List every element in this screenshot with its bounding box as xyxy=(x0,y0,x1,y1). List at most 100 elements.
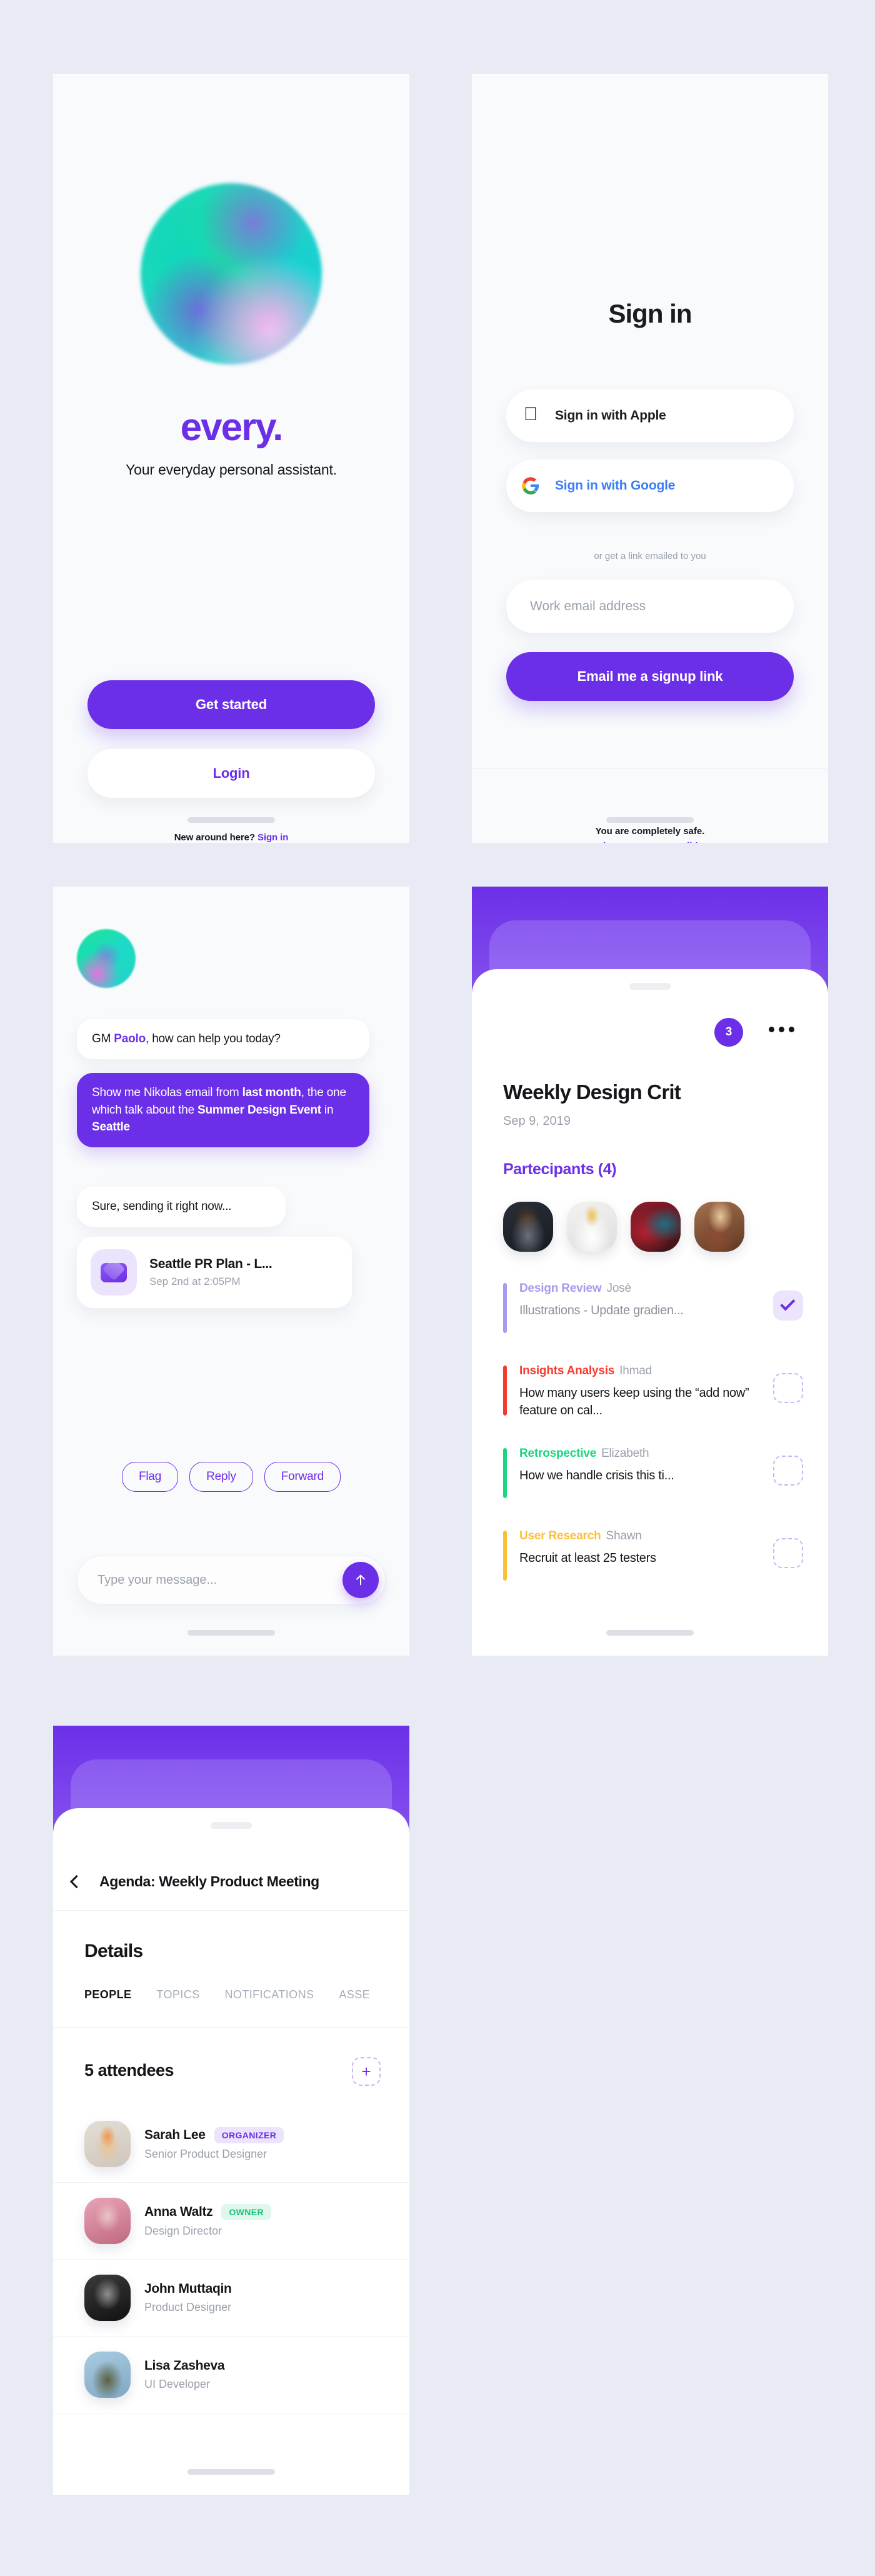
attendee-name-row: John Muttaqin xyxy=(144,2282,232,2297)
checkbox-unchecked[interactable] xyxy=(773,1373,803,1403)
agenda-color-bar xyxy=(503,1283,507,1333)
agenda-heading: Design Review Josè xyxy=(519,1282,763,1296)
attendee-name: Sarah Lee xyxy=(144,2128,206,2142)
avatar[interactable] xyxy=(694,1202,744,1252)
forward-button[interactable]: Forward xyxy=(264,1462,341,1492)
agenda-owner: Josè xyxy=(606,1282,632,1295)
screen-splash: every. Your everyday personal assistant.… xyxy=(53,74,409,843)
email-attachment-card[interactable]: Seattle PR Plan - L... Sep 2nd at 2:05PM xyxy=(77,1237,352,1308)
message-input[interactable] xyxy=(98,1572,342,1587)
tab-assets[interactable]: ASSE xyxy=(339,1988,370,2001)
agenda-color-bar xyxy=(503,1531,507,1581)
envelope-icon xyxy=(91,1249,137,1296)
agenda-category: Design Review xyxy=(519,1282,602,1295)
checkbox-checked[interactable] xyxy=(773,1291,803,1321)
status-badge: ORGANIZER xyxy=(214,2127,284,2143)
sheet-grabber[interactable] xyxy=(211,1822,252,1829)
home-indicator xyxy=(606,817,694,823)
agenda-sheet: Agenda: Weekly Product Meeting Details P… xyxy=(53,1808,409,2495)
agenda-body: Insights Analysis Ihmad How many users kee… xyxy=(519,1364,773,1419)
meeting-sheet: 3 Weekly Design Crit Sep 9, 2019 Parteci… xyxy=(472,969,828,1656)
signin-prompt: New around here? Sign in xyxy=(53,832,409,843)
checkbox-unchecked[interactable] xyxy=(773,1456,803,1486)
attendee-name: Anna Waltz xyxy=(144,2205,213,2219)
agenda-description: Illustrations - Update gradien... xyxy=(519,1304,684,1317)
home-indicator xyxy=(606,1630,694,1636)
attendee-role: Product Designer xyxy=(144,2301,232,2313)
agenda-body: Retrospective Elizabeth How we handle cris… xyxy=(519,1447,773,1484)
gradient-orb-logo xyxy=(141,183,322,365)
check-icon xyxy=(780,1296,796,1311)
attachment-title: Seattle PR Plan - L... xyxy=(149,1257,272,1271)
tab-people[interactable]: PEOPLE xyxy=(84,1988,131,2001)
agenda-heading: Insights Analysis Ihmad xyxy=(519,1364,763,1378)
signin-title: Sign in xyxy=(608,299,692,328)
plus-icon: + xyxy=(361,2062,371,2081)
attendee-role: UI Developer xyxy=(144,2378,211,2390)
page-title: Agenda: Weekly Product Meeting xyxy=(99,1873,319,1889)
work-email-input[interactable] xyxy=(506,580,794,633)
login-button[interactable]: Login xyxy=(88,749,375,798)
navigation-bar: Agenda: Weekly Product Meeting xyxy=(53,1853,409,1911)
email-signup-link-button[interactable]: Email me a signup link xyxy=(506,652,794,701)
tab-topics[interactable]: TOPICS xyxy=(156,1988,199,2001)
agenda-color-bar xyxy=(503,1366,507,1416)
meeting-date: Sep 9, 2019 xyxy=(503,1114,571,1128)
bubble-text: Sure, sending it right now... xyxy=(92,1200,232,1213)
sign-in-with-google-button[interactable]: Sign in with Google xyxy=(506,460,794,512)
agenda-owner: Shawn xyxy=(606,1529,642,1542)
agenda-item[interactable]: Insights Analysis Ihmad How many users kee… xyxy=(503,1364,803,1422)
meeting-title: Weekly Design Crit xyxy=(503,1080,681,1104)
tab-bar: PEOPLE TOPICS NOTIFICATIONS ASSE xyxy=(84,1988,409,2001)
safety-note: You are completely safe. Read our Terms … xyxy=(472,824,828,843)
reply-button[interactable]: Reply xyxy=(189,1462,253,1492)
section-title: Details xyxy=(84,1941,143,1961)
more-horizontal-icon[interactable] xyxy=(769,1027,794,1032)
agenda-body: User Research Shawn Recruit at least 25 te… xyxy=(519,1529,773,1567)
avatar[interactable] xyxy=(503,1202,553,1252)
notification-badge[interactable]: 3 xyxy=(714,1018,743,1047)
status-badge: OWNER xyxy=(221,2204,272,2220)
agenda-description: Recruit at least 25 testers xyxy=(519,1551,656,1565)
add-attendee-button[interactable]: + xyxy=(352,2057,381,2086)
agenda-item[interactable]: Design Review Josè Illustrations - Update … xyxy=(503,1282,803,1339)
chat-bubble-user: Show me Nikolas email from last month, t… xyxy=(77,1073,369,1147)
terms-conditions-link[interactable]: Read our Terms & Conditions. xyxy=(583,841,718,843)
attendee-name: John Muttaqin xyxy=(144,2282,232,2296)
tab-notifications[interactable]: NOTIFICATIONS xyxy=(225,1988,314,2001)
sheet-grabber[interactable] xyxy=(629,983,671,990)
agenda-category: Retrospective xyxy=(519,1447,597,1460)
screens-canvas: every. Your everyday personal assistant.… xyxy=(0,0,875,2576)
apple-icon:  xyxy=(506,405,555,424)
attendee-row[interactable]: Sarah Lee ORGANIZER Senior Product Designe… xyxy=(53,2106,409,2183)
attendee-list: Sarah Lee ORGANIZER Senior Product Designe… xyxy=(53,2106,409,2413)
screen-signin: Sign in  Sign in with Apple Sign in wit… xyxy=(472,74,828,843)
signin-link[interactable]: Sign in xyxy=(258,832,288,843)
sign-in-with-apple-button[interactable]:  Sign in with Apple xyxy=(506,390,794,442)
apple-button-label: Sign in with Apple xyxy=(555,408,666,423)
agenda-item[interactable]: Retrospective Elizabeth How we handle cris… xyxy=(503,1447,803,1504)
home-indicator xyxy=(188,1630,275,1636)
attendee-row[interactable]: Lisa Zasheva UI Developer xyxy=(53,2337,409,2413)
attendee-role: Design Director xyxy=(144,2225,222,2237)
attendee-row[interactable]: Anna Waltz OWNER Design Director xyxy=(53,2183,409,2260)
back-button[interactable] xyxy=(53,1874,99,1889)
assistant-avatar xyxy=(77,929,136,988)
attendee-name-row: Sarah Lee ORGANIZER xyxy=(144,2127,284,2143)
flag-button[interactable]: Flag xyxy=(121,1462,179,1492)
google-icon xyxy=(506,476,555,495)
arrow-up-icon xyxy=(356,1574,365,1586)
attendee-row[interactable]: John Muttaqin Product Designer xyxy=(53,2260,409,2337)
get-started-button[interactable]: Get started xyxy=(88,680,375,729)
brand-wordmark: every. xyxy=(180,406,284,449)
agenda-list: Design Review Josè Illustrations - Update … xyxy=(503,1282,803,1612)
participant-avatars xyxy=(503,1202,744,1252)
avatar[interactable] xyxy=(567,1202,617,1252)
checkbox-unchecked[interactable] xyxy=(773,1538,803,1568)
home-indicator xyxy=(188,817,275,823)
attendee-role: Senior Product Designer xyxy=(144,2148,268,2160)
agenda-item[interactable]: User Research Shawn Recruit at least 25 te… xyxy=(503,1529,803,1587)
attendee-name-row: Lisa Zasheva xyxy=(144,2358,225,2373)
send-message-button[interactable] xyxy=(342,1562,379,1598)
avatar[interactable] xyxy=(631,1202,681,1252)
